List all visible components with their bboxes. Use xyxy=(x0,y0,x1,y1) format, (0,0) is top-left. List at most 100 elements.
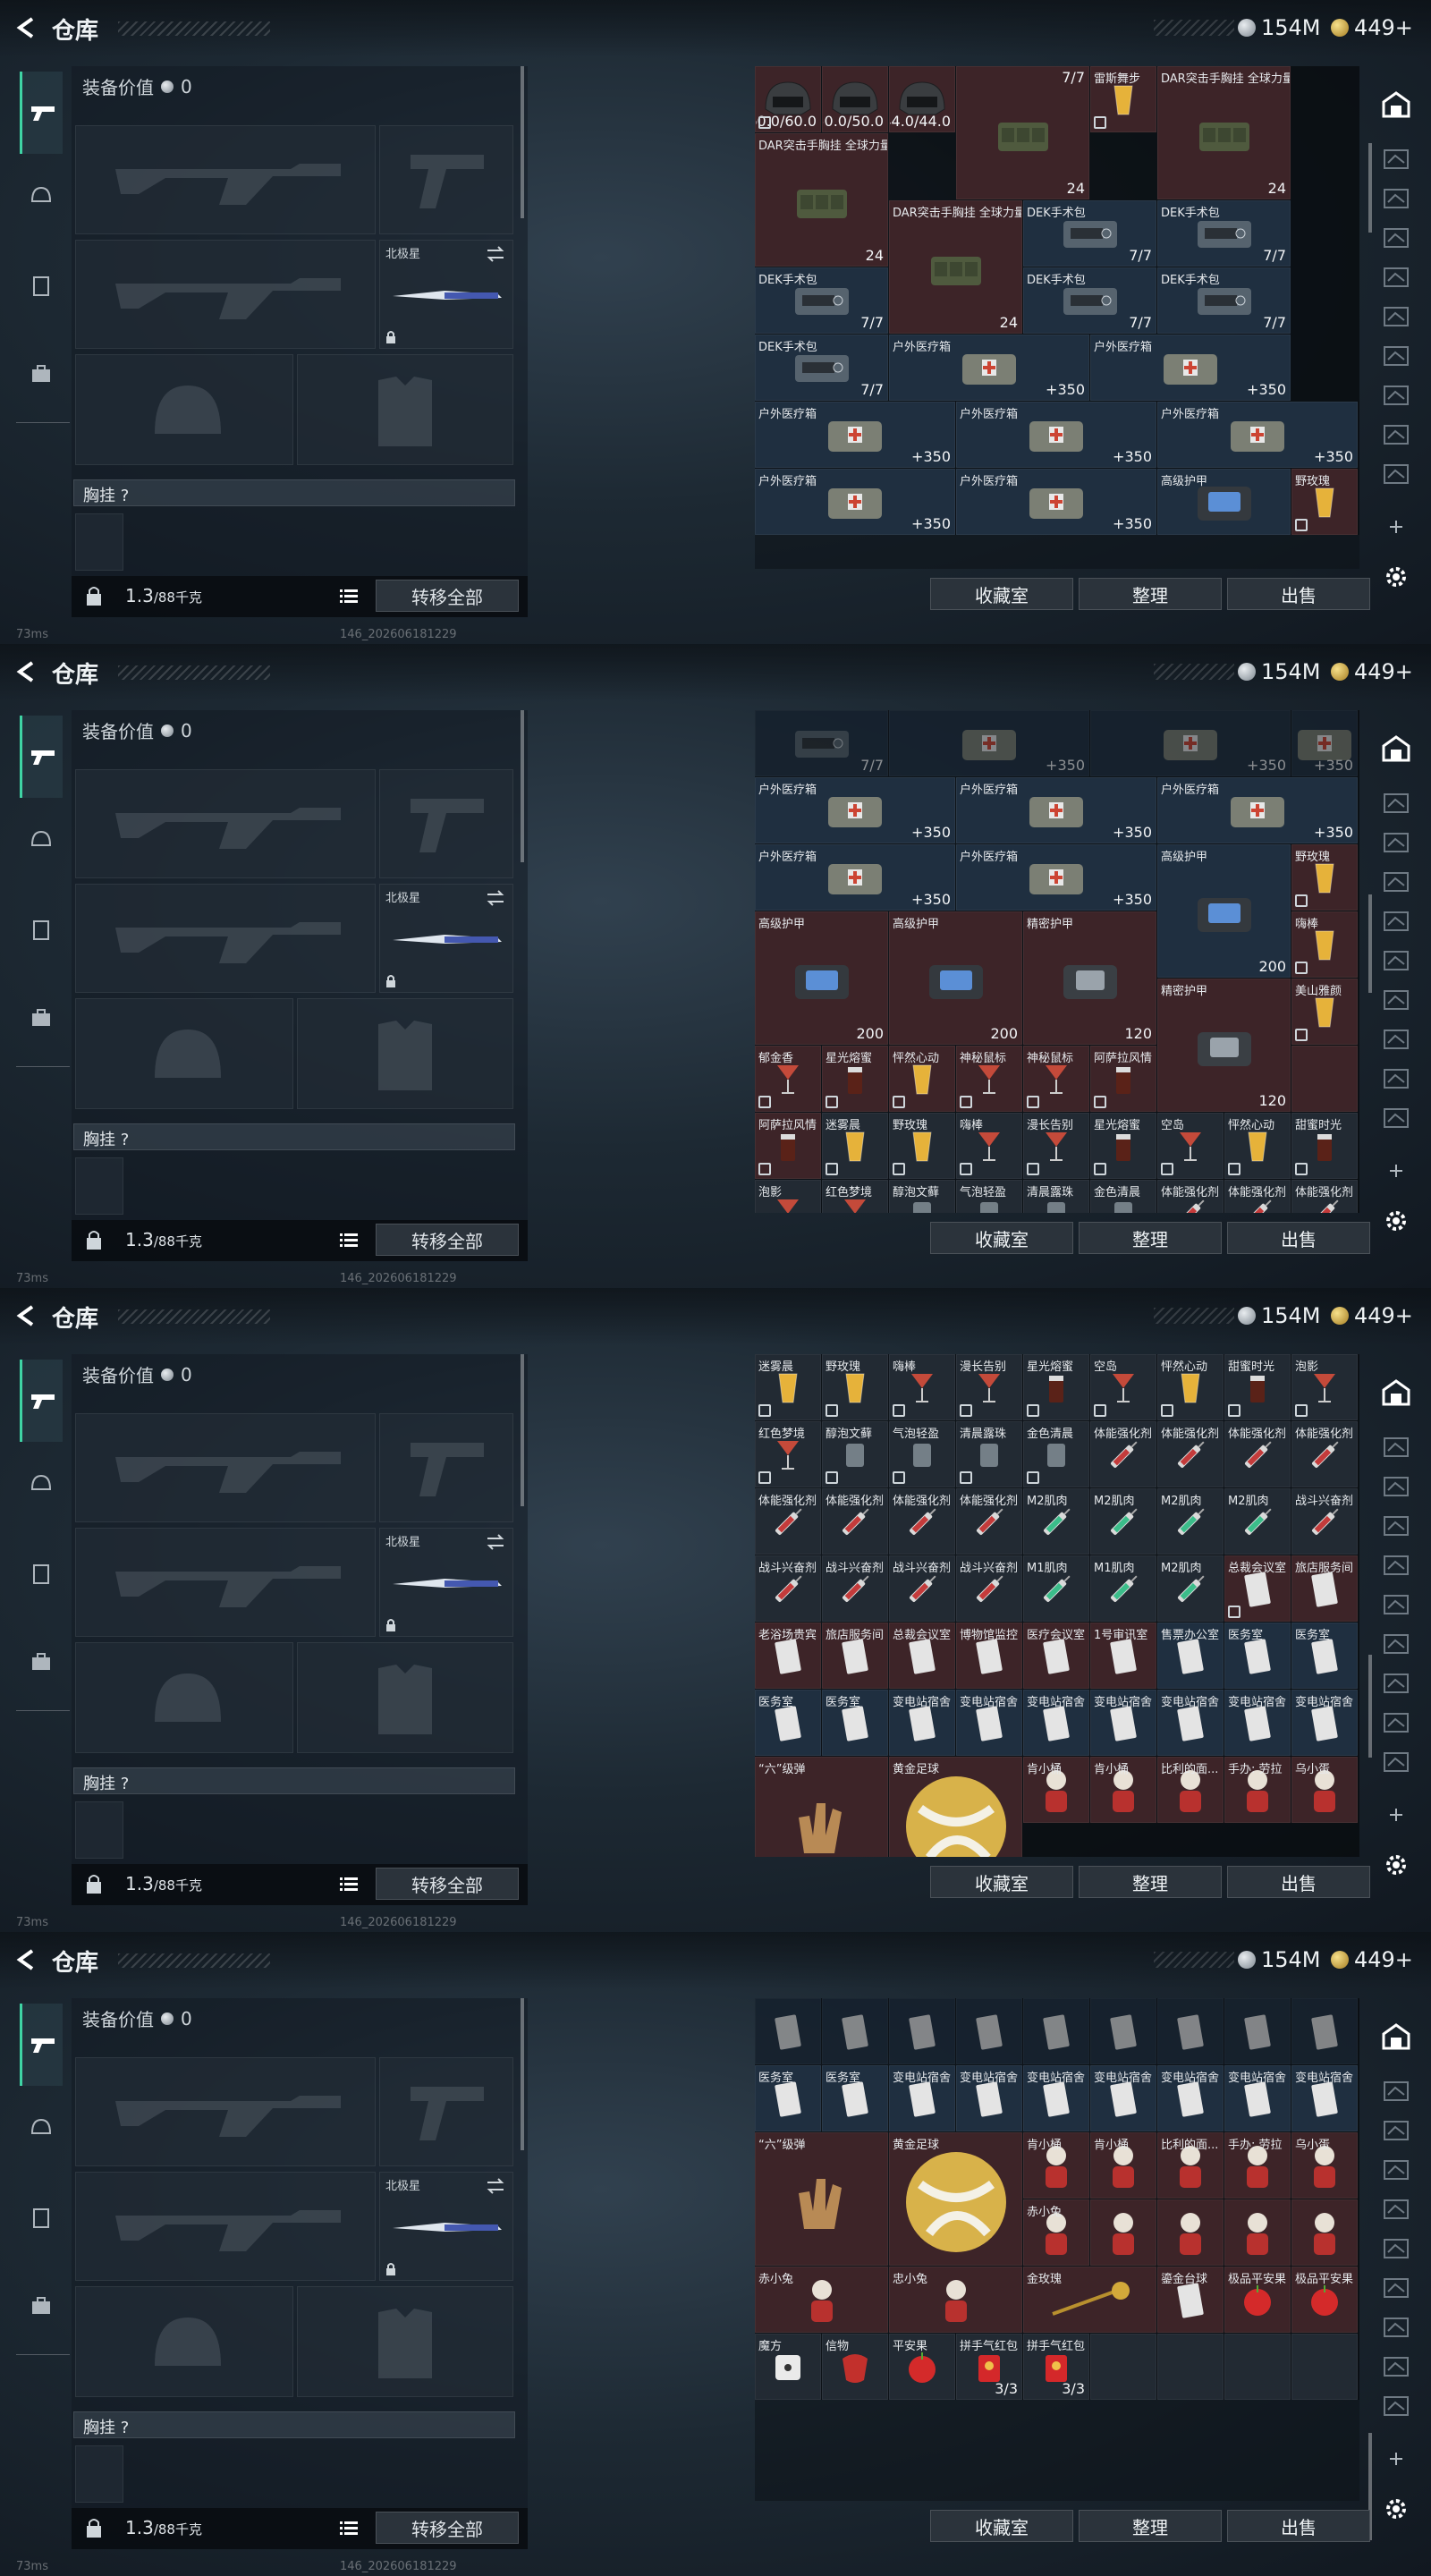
inventory-item[interactable]: 变电站宿舍 xyxy=(889,2065,955,2131)
inventory-item[interactable] xyxy=(1224,2334,1291,2400)
equipment-scrollbar[interactable] xyxy=(521,710,524,862)
chest-rig-bar[interactable]: 胸挂 ? xyxy=(73,1123,515,1150)
inventory-item[interactable]: 平安果 xyxy=(889,2334,955,2400)
inventory-item[interactable]: 户外医疗箱 +350 xyxy=(956,469,1156,535)
inventory-item[interactable]: 体能强化剂 xyxy=(1090,1421,1156,1487)
add-page-icon[interactable] xyxy=(1383,513,1410,540)
inventory-item[interactable]: 肯小桶 xyxy=(1023,1757,1089,1823)
inventory-item[interactable]: 手办: 劳拉 xyxy=(1224,1757,1291,1823)
storage-page-8-icon[interactable] xyxy=(1383,422,1410,449)
inventory-item[interactable] xyxy=(1157,2199,1224,2266)
inventory-item[interactable]: 迷雾晨 xyxy=(755,1354,821,1420)
inventory-item[interactable]: 体能强化剂 xyxy=(889,1488,955,1555)
tab-weapons[interactable] xyxy=(20,716,63,798)
inventory-item[interactable]: 红色梦境 xyxy=(822,1180,888,1213)
sell-button[interactable]: 出售 xyxy=(1227,578,1370,610)
tab-vest[interactable] xyxy=(20,2197,63,2240)
sell-button[interactable]: 出售 xyxy=(1227,1222,1370,1254)
storage-page-3-icon[interactable] xyxy=(1383,2157,1410,2184)
inventory-item[interactable]: 野玫瑰 xyxy=(1291,469,1358,535)
inventory-item[interactable]: 医务室 xyxy=(755,1690,821,1756)
inventory-item[interactable]: M1肌肉 xyxy=(1023,1555,1089,1622)
inventory-item[interactable]: 野玫瑰 xyxy=(822,1354,888,1420)
inventory-item[interactable]: 神秘鼠标 xyxy=(956,1046,1022,1112)
helmet-slot[interactable] xyxy=(75,998,293,1109)
tab-weapons[interactable] xyxy=(20,72,63,154)
inventory-item[interactable]: 肯小桶 xyxy=(1023,2132,1089,2199)
tab-helmet[interactable] xyxy=(20,2107,63,2150)
list-icon[interactable] xyxy=(340,589,358,603)
inventory-item[interactable]: “六”级弹 xyxy=(755,2132,888,2266)
inventory-item[interactable]: 户外医疗箱 +350 xyxy=(1090,335,1291,401)
inventory-item[interactable]: DAR突击手胸挂 全球力量 24 xyxy=(1157,66,1291,199)
helmet-slot[interactable] xyxy=(75,354,293,465)
inventory-item[interactable]: 拼手气红包 3/3 xyxy=(1023,2334,1089,2400)
swap-icon[interactable] xyxy=(486,2178,505,2194)
inventory-item[interactable]: 肯小桶 xyxy=(1090,1757,1156,1823)
inventory-item[interactable] xyxy=(1157,2334,1224,2400)
collection-room-button[interactable]: 收藏室 xyxy=(930,2510,1073,2542)
storage-page-4-icon[interactable] xyxy=(1383,1553,1410,1580)
inventory-item[interactable]: 精密护甲 120 xyxy=(1023,911,1156,1045)
inventory-item[interactable]: M2肌肉 xyxy=(1157,1488,1224,1555)
inventory-item[interactable]: 手办: 劳拉 xyxy=(1224,2132,1291,2199)
list-icon[interactable] xyxy=(340,2521,358,2535)
settings-gear-icon[interactable] xyxy=(1383,1208,1410,1234)
inventory-item[interactable]: 醇泡文藓 xyxy=(822,1421,888,1487)
inventory-item[interactable]: 变电站宿舍 xyxy=(1023,1690,1089,1756)
inventory-item[interactable]: 黄金足球 xyxy=(889,2132,1022,2266)
inventory-item[interactable]: 极品平安果 xyxy=(1224,2267,1291,2333)
inventory-item[interactable]: 泡影 xyxy=(1291,1354,1358,1420)
helmet-slot[interactable] xyxy=(75,2286,293,2397)
inventory-item[interactable]: 高级护甲 200 xyxy=(889,911,1022,1045)
armor-slot[interactable] xyxy=(297,354,513,465)
storage-page-6-icon[interactable] xyxy=(1383,2275,1410,2302)
inventory-item[interactable]: 气泡轻盈 xyxy=(889,1421,955,1487)
sort-button[interactable]: 整理 xyxy=(1079,1866,1222,1898)
inventory-item[interactable]: 60.0/60.0 xyxy=(755,66,821,132)
inventory-item[interactable] xyxy=(1291,2334,1358,2400)
storage-page-4-icon[interactable] xyxy=(1383,909,1410,936)
back-arrow-icon[interactable] xyxy=(14,16,38,39)
inventory-item[interactable]: 变电站宿舍 xyxy=(1224,1690,1291,1756)
gold-currency[interactable]: 449+ xyxy=(1331,1946,1413,1973)
storage-page-7-icon[interactable] xyxy=(1383,383,1410,410)
storage-page-4-icon[interactable] xyxy=(1383,265,1410,292)
inventory-item[interactable]: DEK手术包 7/7 xyxy=(755,335,888,401)
lock-icon[interactable] xyxy=(84,585,104,606)
warehouse-icon[interactable] xyxy=(1381,2021,1411,2052)
storage-scrollbar[interactable] xyxy=(1368,1655,1372,1758)
add-page-icon[interactable] xyxy=(1383,2445,1410,2472)
inventory-item[interactable]: 24 7/7 xyxy=(956,66,1089,199)
chest-slot[interactable] xyxy=(75,513,123,571)
inventory-item[interactable]: 漫长告别 xyxy=(956,1354,1022,1420)
back-arrow-icon[interactable] xyxy=(14,660,38,683)
move-all-button[interactable]: 转移全部 xyxy=(376,580,519,612)
inventory-item[interactable]: 变电站宿舍 xyxy=(1090,1690,1156,1756)
inventory-item[interactable] xyxy=(1291,1046,1358,1112)
add-page-icon[interactable] xyxy=(1383,1801,1410,1828)
back-arrow-icon[interactable] xyxy=(14,1948,38,1971)
inventory-item[interactable] xyxy=(1090,2199,1156,2266)
inventory-item[interactable]: +350 xyxy=(889,710,1089,776)
storage-page-1-icon[interactable] xyxy=(1383,2079,1410,2106)
inventory-item[interactable]: 战斗兴奋剂 xyxy=(889,1555,955,1622)
back-arrow-icon[interactable] xyxy=(14,1304,38,1327)
inventory-item[interactable]: 嗨棒 xyxy=(956,1113,1022,1179)
storage-page-9-icon[interactable] xyxy=(1383,462,1410,488)
inventory-item[interactable] xyxy=(956,1998,1022,2064)
storage-page-1-icon[interactable] xyxy=(1383,791,1410,818)
primary-weapon-slot[interactable] xyxy=(75,2057,376,2166)
inventory-item[interactable]: 博物馆监控 xyxy=(956,1623,1022,1689)
inventory-item[interactable]: 变电站宿舍 xyxy=(1023,2065,1089,2131)
gold-currency[interactable]: 449+ xyxy=(1331,1302,1413,1329)
inventory-item[interactable]: 高级护甲 xyxy=(1157,469,1291,535)
equipment-scrollbar[interactable] xyxy=(521,1998,524,2150)
inventory-item[interactable]: 魔方 xyxy=(755,2334,821,2400)
inventory-item[interactable]: 金玫瑰 xyxy=(1023,2267,1156,2333)
inventory-item[interactable]: 金色清晨 xyxy=(1023,1421,1089,1487)
inventory-item[interactable]: 变电站宿舍 xyxy=(1090,2065,1156,2131)
storage-page-6-icon[interactable] xyxy=(1383,343,1410,370)
inventory-item[interactable]: 医务室 xyxy=(1291,1623,1358,1689)
inventory-item[interactable]: 鎏金台球 xyxy=(1157,2267,1224,2333)
